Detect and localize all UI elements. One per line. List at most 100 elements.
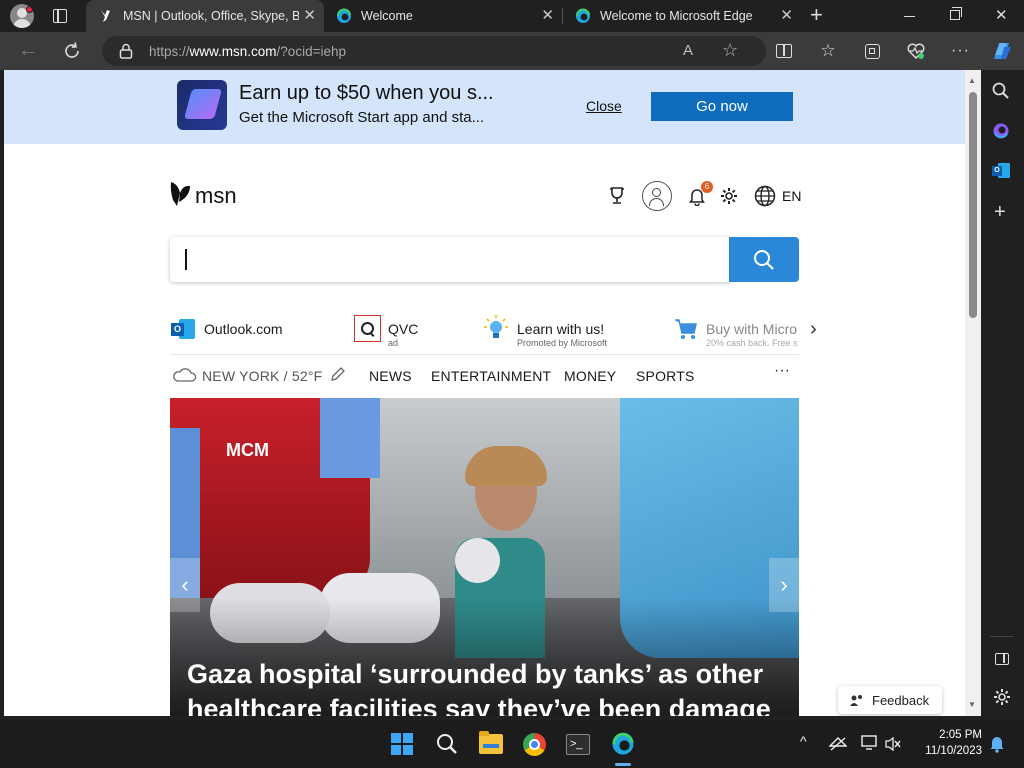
show-hidden-icons[interactable]: ^ xyxy=(800,733,807,749)
hero-headline-line1[interactable]: Gaza hospital ‘surrounded by tanks’ as o… xyxy=(187,659,763,690)
quick-link-qvc[interactable]: QVC xyxy=(388,321,418,337)
qvc-icon[interactable] xyxy=(354,315,381,342)
promoted-label: Promoted by Microsoft xyxy=(517,338,608,348)
page-scrollbar[interactable]: ▲ ▼ xyxy=(965,70,981,716)
nav-sports[interactable]: SPORTS xyxy=(636,368,695,384)
vest-badge-text: MCM xyxy=(226,440,269,460)
minimize-icon[interactable] xyxy=(904,16,915,17)
hero-image[interactable]: MCM ‹ › Gaza hospital ‘surrounded by tan… xyxy=(170,398,799,716)
lightbulb-icon[interactable] xyxy=(484,315,508,342)
outlook-icon[interactable]: O xyxy=(171,317,195,341)
quick-link-buy[interactable]: Buy with Micro xyxy=(706,321,798,337)
account-avatar[interactable] xyxy=(642,181,672,211)
clock-time[interactable]: 2:05 PM xyxy=(920,729,982,741)
restore-icon[interactable] xyxy=(950,7,962,20)
edge-icon xyxy=(576,8,590,23)
back-icon[interactable]: ← xyxy=(18,39,38,62)
feedback-label: Feedback xyxy=(872,692,930,708)
taskbar-search-icon[interactable] xyxy=(436,733,458,755)
network-off-icon[interactable] xyxy=(829,736,847,752)
tab-title: MSN | Outlook, Office, Skype, Bing xyxy=(123,9,299,23)
sidebar-search-icon[interactable] xyxy=(992,82,1010,100)
tab-actions-icon[interactable] xyxy=(53,9,67,23)
read-aloud-icon[interactable]: A xyxy=(683,42,693,59)
tab-title: Welcome xyxy=(361,9,413,23)
edge-icon xyxy=(337,8,351,23)
search-button[interactable] xyxy=(729,237,799,282)
tab-strip: MSN | Outlook, Office, Skype, Bing ✕ Wel… xyxy=(0,0,1024,32)
tab-msn[interactable]: MSN | Outlook, Office, Skype, Bing ✕ xyxy=(86,0,324,32)
prev-slide-icon[interactable]: ‹ xyxy=(170,558,200,612)
browser-toolbar: ← https://www.msn.com/?ocid=iehp A ☆ ☆ ·… xyxy=(0,32,1024,70)
favorite-star-icon[interactable]: ☆ xyxy=(722,40,738,61)
weather-location[interactable]: NEW YORK / 52°F xyxy=(202,368,322,384)
ad-label: ad xyxy=(388,338,399,348)
msn-butterfly-icon xyxy=(101,10,110,22)
sidebar-outlook-icon[interactable]: O xyxy=(992,162,1010,180)
shopping-cart-icon[interactable] xyxy=(674,318,698,340)
quick-link-outlook[interactable]: Outlook.com xyxy=(204,321,283,337)
feedback-icon xyxy=(850,695,862,706)
edge-sidebar: O + xyxy=(981,70,1024,716)
split-screen-icon[interactable] xyxy=(774,41,794,61)
banner-title: Earn up to $50 when you s... xyxy=(239,82,494,104)
notification-center-icon[interactable] xyxy=(989,735,1005,753)
sidebar-add-icon[interactable]: + xyxy=(994,202,1006,222)
banner-subtitle: Get the Microsoft Start app and sta... xyxy=(239,109,485,126)
msn-page: Earn up to $50 when you s... Get the Mic… xyxy=(4,70,965,716)
browser-essentials-icon[interactable] xyxy=(906,41,926,61)
tab-welcome-edge[interactable]: Welcome to Microsoft Edge ✕ xyxy=(563,0,801,32)
tab-welcome[interactable]: Welcome ✕ xyxy=(324,0,562,32)
chevron-right-icon[interactable]: › xyxy=(810,318,817,341)
promo-banner: Earn up to $50 when you s... Get the Mic… xyxy=(4,70,965,144)
collections-icon[interactable] xyxy=(862,41,882,61)
hero-headline-line2[interactable]: healthcare facilities say they’ve been d… xyxy=(187,694,771,716)
nav-entertainment[interactable]: ENTERTAINMENT xyxy=(431,368,551,384)
refresh-icon[interactable] xyxy=(62,41,82,61)
windows-taskbar: >_ ^ 2:05 PM 11/10/2023 xyxy=(0,721,1024,768)
nav-money[interactable]: MONEY xyxy=(564,368,616,384)
next-slide-icon[interactable]: › xyxy=(769,558,799,612)
edit-pencil-icon[interactable] xyxy=(330,367,345,382)
search-icon xyxy=(754,250,774,270)
msn-logo-text[interactable]: msn xyxy=(195,183,237,209)
hide-sidebar-icon[interactable] xyxy=(995,653,1009,665)
windows-start-icon[interactable] xyxy=(391,733,413,755)
close-tab-icon[interactable]: ✕ xyxy=(303,8,316,23)
nav-news[interactable]: NEWS xyxy=(369,368,412,384)
taskbar-edge-icon[interactable] xyxy=(611,732,635,756)
close-tab-icon[interactable]: ✕ xyxy=(780,8,793,23)
quick-link-learn[interactable]: Learn with us! xyxy=(517,321,604,337)
file-explorer-icon[interactable] xyxy=(479,731,503,754)
notification-badge: 6 xyxy=(701,181,713,193)
sidebar-copilot-icon[interactable] xyxy=(992,122,1010,140)
clock-date[interactable]: 11/10/2023 xyxy=(916,745,982,757)
address-bar[interactable]: https://www.msn.com/?ocid=iehp A ☆ xyxy=(102,36,766,66)
profile-avatar[interactable] xyxy=(10,4,34,28)
terminal-icon[interactable]: >_ xyxy=(566,734,590,755)
feedback-button[interactable]: Feedback xyxy=(838,686,942,714)
language-label[interactable]: EN xyxy=(782,188,801,204)
close-window-icon[interactable]: ✕ xyxy=(995,6,1008,24)
new-tab-icon[interactable]: + xyxy=(810,4,823,26)
lock-icon[interactable] xyxy=(119,43,133,59)
rewards-trophy-icon[interactable] xyxy=(608,186,626,206)
go-now-button[interactable]: Go now xyxy=(651,92,793,121)
search-input[interactable] xyxy=(170,237,730,282)
more-nav-icon[interactable]: ··· xyxy=(774,362,790,380)
sidebar-settings-icon[interactable] xyxy=(993,688,1011,706)
microsoft-start-app-icon xyxy=(177,80,227,130)
copilot-icon[interactable] xyxy=(989,39,1015,63)
banner-close-link[interactable]: Close xyxy=(586,98,622,114)
tab-title: Welcome to Microsoft Edge xyxy=(600,9,753,23)
scrollbar-thumb[interactable] xyxy=(969,92,977,318)
globe-icon[interactable] xyxy=(754,185,776,207)
settings-gear-icon[interactable] xyxy=(720,187,738,205)
buy-sub-label: 20% cash back. Free sh xyxy=(706,338,798,348)
favorites-icon[interactable]: ☆ xyxy=(818,41,838,61)
close-tab-icon[interactable]: ✕ xyxy=(541,8,554,23)
more-options-icon[interactable]: ··· xyxy=(951,42,970,60)
display-icon[interactable] xyxy=(861,735,879,751)
chrome-icon[interactable] xyxy=(523,733,546,756)
volume-muted-icon[interactable] xyxy=(884,736,902,752)
